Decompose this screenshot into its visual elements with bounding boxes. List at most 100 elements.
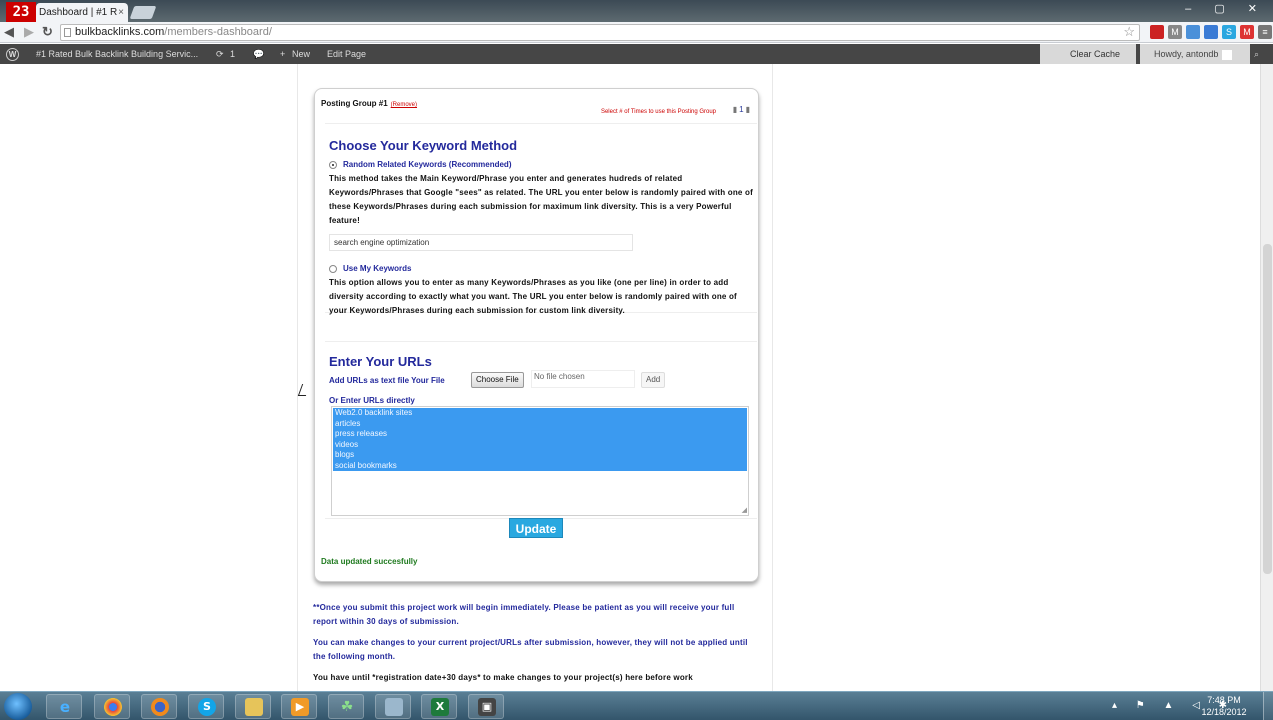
new-tab-button[interactable] [129,6,157,19]
chrome-menu-icon[interactable]: ≡ [1258,25,1272,39]
window-controls[interactable]: – ▢ ✕ [1185,2,1267,15]
extension-red-icon[interactable] [1150,25,1164,39]
posting-group: Posting Group #1 (Remove) Select # of Tim… [314,88,759,582]
settings-icon[interactable]: ▮ [746,105,752,114]
my-keywords-label: Use My Keywords [343,264,412,273]
choose-file-button[interactable]: Choose File [471,372,524,388]
taskbar-skype[interactable]: S [188,694,224,719]
clock-time: 7:48 PM [1207,695,1241,705]
avatar [1222,49,1233,60]
taskbar-camtasia[interactable]: ▣ [468,694,504,719]
taskbar-ie[interactable]: e [46,694,82,719]
admin-bar-edit-page[interactable]: Edit Page [327,44,366,64]
howdy-label: Howdy, antondb [1154,49,1219,59]
recording-counter-badge: 23 [6,2,36,22]
my-keywords-radio[interactable] [329,264,337,273]
start-button[interactable] [4,693,32,720]
bookmark-star-icon[interactable]: ☆ [1123,24,1135,39]
recorder-icon: ▣ [478,698,496,716]
url-line: social bookmarks [335,460,397,470]
remove-link[interactable]: (Remove) [391,102,417,108]
extension-translate-icon[interactable] [1204,25,1218,39]
media-player-icon: ▶ [291,698,309,716]
people-icon: ☘ [340,699,354,715]
update-button[interactable]: Update [509,518,563,538]
taskbar-excel[interactable]: X [421,694,457,719]
clock-date: 12/18/2012 [1201,707,1247,717]
add-file-button[interactable]: Add [641,372,666,388]
clear-cache-label: Clear Cache [1070,49,1121,59]
browser-toolbar: ◀ ▶ ↻ bulkbacklinks.com/members-dashboar… [0,22,1273,43]
taskbar-explorer[interactable] [235,694,271,719]
group-controls: ▮1▮ [733,105,752,114]
excel-icon: X [431,698,449,716]
my-keywords-option[interactable]: Use My Keywords [329,264,411,273]
status-message: Data updated succesfully [321,557,418,566]
folder-icon [245,698,263,716]
extension-blue-icon[interactable] [1186,25,1200,39]
admin-bar-site-name[interactable]: #1 Rated Bulk Backlink Building Servic..… [36,44,198,64]
posting-group-title-text: Posting Group #1 [321,99,388,108]
updates-icon[interactable]: ⟳ [216,44,224,64]
app-window-icon [385,698,403,716]
extension-icons: M S M ≡ [1150,25,1272,40]
clear-cache-button[interactable]: Clear Cache [1040,44,1136,64]
url-domain: bulkbacklinks.com [75,26,165,38]
taskbar-firefox[interactable] [141,694,177,719]
url-line: articles [335,418,361,428]
browser-tab-dashboard[interactable]: Dashboard | #1 R × [36,3,128,22]
urls-panel: Enter Your URLs Add URLs as text file Yo… [325,341,757,519]
keyword-method-heading: Choose Your Keyword Method [329,138,518,153]
tab-title: Dashboard | #1 R [39,7,118,18]
account-menu[interactable]: Howdy, antondb [1140,44,1250,64]
add-urls-file-label: Add URLs as text file Your File [329,376,445,385]
back-arrow-icon[interactable]: ◀ [4,24,14,40]
taskbar-network[interactable]: ☘ [328,694,364,719]
tab-close-icon[interactable]: × [118,3,124,22]
urls-heading: Enter Your URLs [329,354,432,369]
enter-urls-label: Or Enter URLs directly [329,396,415,405]
updates-count[interactable]: 1 [230,44,235,64]
taskbar-app[interactable] [375,694,411,719]
firefox-icon [151,698,169,716]
skype-extension-icon[interactable]: S [1222,25,1236,39]
resize-grip-icon[interactable]: ◢ [742,506,747,514]
url-line: press releases [335,429,388,438]
gmail-notifier-icon[interactable]: M [1240,25,1254,39]
search-icon[interactable]: ⌕ [1254,44,1259,64]
address-bar[interactable]: bulkbacklinks.com/members-dashboard/ ☆ [60,24,1140,41]
new-plus-icon[interactable]: + [280,44,285,64]
taskbar-media[interactable]: ▶ [281,694,317,719]
page-content: Posting Group #1 (Remove) Select # of Tim… [0,64,1260,691]
forward-arrow-icon[interactable]: ▶ [24,24,34,40]
my-keywords-description: This option allows you to enter as many … [329,278,737,315]
url-line: Web2.0 backlink sites [335,408,413,417]
urls-textarea[interactable]: Web2.0 backlink sites articles press rel… [331,406,749,516]
scrollbar-thumb[interactable] [1263,244,1272,574]
random-keywords-option[interactable]: Random Related Keywords (Recommended) [329,160,511,169]
comments-icon[interactable]: 💬 [253,44,264,64]
reload-icon[interactable]: ↻ [42,24,53,40]
note-submission: **Once you submit this project work will… [313,603,735,626]
chrome-icon [104,698,122,716]
page-scrollbar[interactable] [1260,64,1273,691]
url-line: blogs [335,450,355,459]
random-keywords-description: This method takes the Main Keyword/Phras… [329,174,753,225]
taskbar-chrome[interactable] [94,694,130,719]
page-icon [64,28,71,37]
note-changes: You can make changes to your current pro… [313,638,748,661]
url-path: /members-dashboard/ [164,26,272,38]
show-desktop-button[interactable] [1263,692,1273,720]
gmail-extension-icon[interactable]: M [1168,25,1182,39]
admin-bar-new[interactable]: New [292,44,310,64]
url-line: videos [335,439,359,449]
main-keyword-input[interactable]: search engine optimization [329,234,633,251]
select-times-label: Select # of Times to use this Posting Gr… [600,109,716,115]
browser-tab-strip: 23 Dashboard | #1 R × – ▢ ✕ [0,0,1273,22]
selected-text-highlight: Web2.0 backlink sites articles press rel… [333,408,747,471]
wordpress-logo-icon[interactable]: W [6,48,19,61]
random-keywords-radio[interactable] [329,160,337,169]
taskbar-clock[interactable]: 7:48 PM 12/18/2012 [1196,694,1252,718]
file-name-display: No file chosen [531,370,635,388]
random-keywords-label: Random Related Keywords (Recommended) [343,160,512,169]
